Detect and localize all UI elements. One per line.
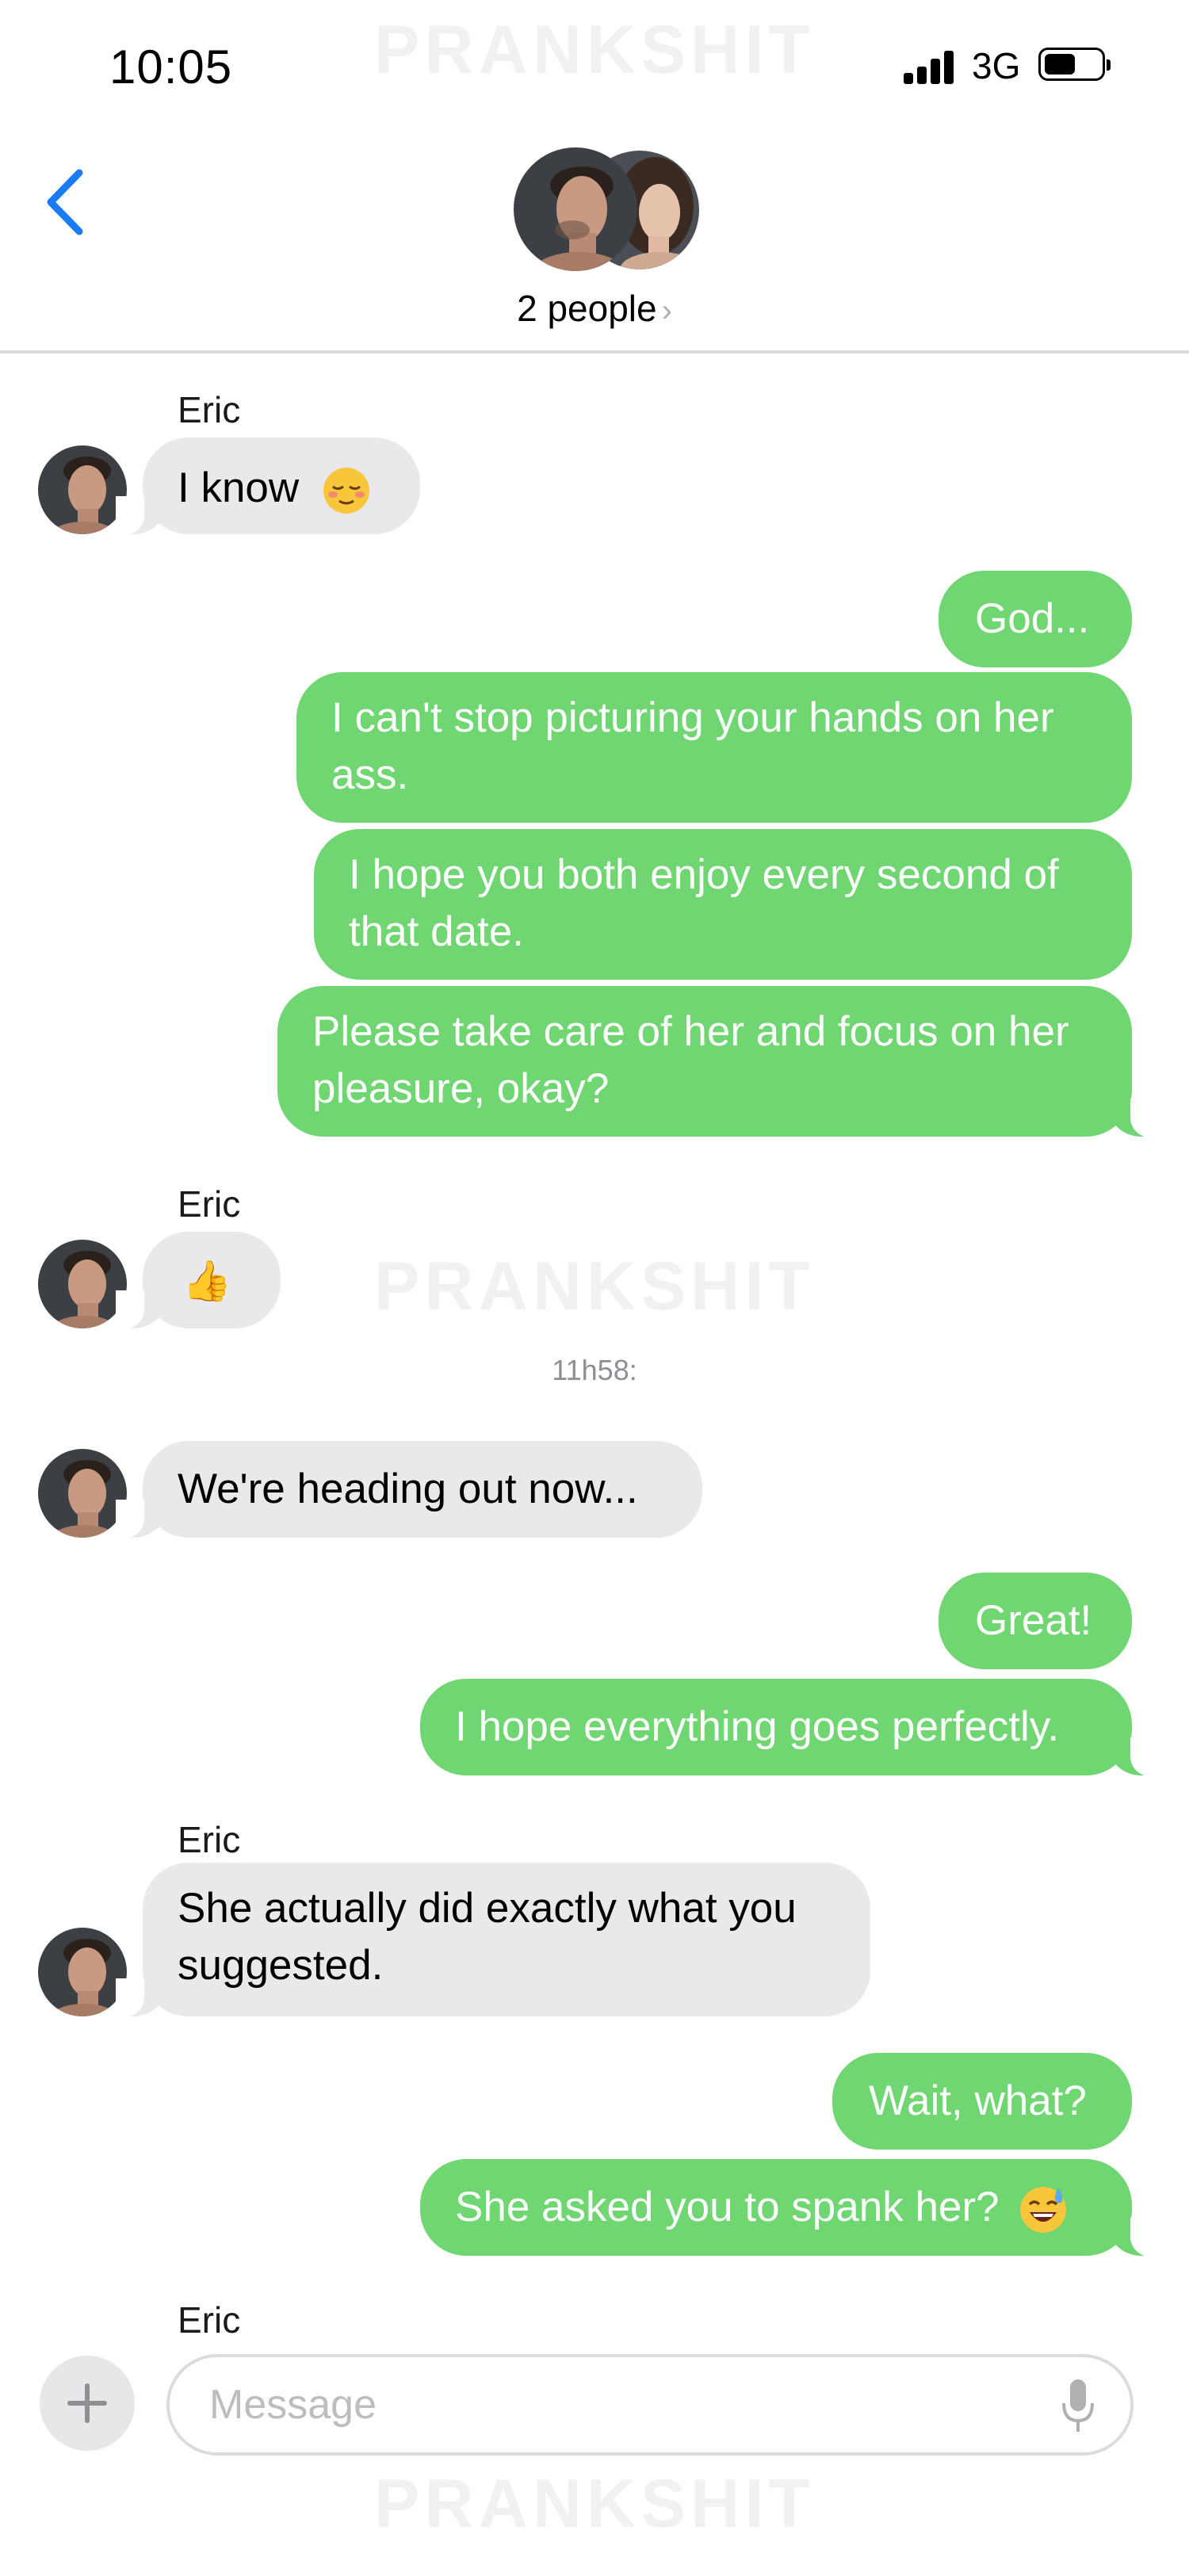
plus-icon bbox=[67, 2383, 107, 2423]
message-text: God... bbox=[975, 595, 1090, 642]
status-time: 10:05 bbox=[109, 40, 233, 94]
watermark: PRANKSHIT bbox=[374, 2466, 815, 2542]
avatar[interactable] bbox=[38, 445, 127, 534]
sweat-smile-emoji-icon bbox=[1019, 2185, 1068, 2234]
conversation-title[interactable]: 2 people › bbox=[0, 287, 1189, 330]
sender-name: Eric bbox=[178, 1183, 241, 1225]
message-text: She actually did exactly what you sugges… bbox=[178, 1885, 797, 1989]
message-text: I hope you both enjoy every second of th… bbox=[349, 851, 1059, 955]
header-divider bbox=[0, 350, 1189, 354]
chevron-right-icon: › bbox=[661, 293, 672, 328]
message-bubble-outgoing[interactable]: Great! bbox=[939, 1573, 1132, 1669]
add-attachment-button[interactable] bbox=[40, 2356, 135, 2451]
relieved-face-emoji-icon bbox=[322, 466, 371, 515]
sender-name: Eric bbox=[178, 389, 241, 430]
avatar[interactable] bbox=[38, 1928, 127, 2016]
group-avatar[interactable] bbox=[514, 147, 699, 274]
message-text: I can't stop picturing your hands on her… bbox=[331, 694, 1054, 798]
avatar-eric bbox=[514, 147, 637, 271]
message-text: Great! bbox=[975, 1597, 1092, 1644]
message-bubble-incoming[interactable]: 👍 bbox=[116, 1232, 281, 1330]
message-bubble-outgoing[interactable]: She asked you to spank her? bbox=[420, 2159, 1159, 2257]
timestamp: 11h58: bbox=[552, 1354, 637, 1386]
sender-name: Eric bbox=[178, 2299, 241, 2341]
network-type: 3G bbox=[972, 45, 1021, 86]
conversation-title-label: 2 people bbox=[517, 288, 657, 329]
message-text: Wait, what? bbox=[869, 2077, 1087, 2124]
message-text: I hope everything goes perfectly. bbox=[455, 1703, 1060, 1750]
message-bubble-outgoing[interactable]: Wait, what? bbox=[832, 2053, 1132, 2150]
message-bubble-outgoing[interactable]: I hope you both enjoy every second of th… bbox=[314, 829, 1132, 980]
signal-icon bbox=[904, 49, 959, 84]
message-input-placeholder: Message bbox=[209, 2382, 377, 2428]
message-input[interactable]: Message bbox=[166, 2354, 1134, 2456]
message-bubble-outgoing[interactable]: God... bbox=[939, 571, 1132, 667]
avatar[interactable] bbox=[38, 1240, 127, 1328]
message-text: She asked you to spank her? bbox=[455, 2184, 1000, 2230]
message-text: I know bbox=[178, 464, 300, 511]
message-bubble-outgoing[interactable]: I can't stop picturing your hands on her… bbox=[296, 672, 1132, 823]
message-text: Please take care of her and focus on her… bbox=[312, 1008, 1069, 1112]
message-bubble-incoming[interactable]: We're heading out now... bbox=[116, 1441, 702, 1539]
back-icon[interactable] bbox=[43, 166, 90, 238]
sender-name: Eric bbox=[178, 1819, 241, 1860]
avatar[interactable] bbox=[38, 1449, 127, 1538]
thumbs-up-emoji: 👍 bbox=[182, 1259, 232, 1303]
message-bubble-incoming[interactable]: I know bbox=[116, 438, 420, 536]
battery-icon bbox=[1038, 48, 1111, 81]
message-bubble-outgoing[interactable]: I hope everything goes perfectly. bbox=[420, 1679, 1159, 1777]
message-bubble-incoming[interactable]: She actually did exactly what you sugges… bbox=[116, 1863, 870, 2018]
message-bubble-outgoing[interactable]: Please take care of her and focus on her… bbox=[277, 986, 1159, 1138]
microphone-icon[interactable] bbox=[1061, 2378, 1095, 2436]
message-text: We're heading out now... bbox=[178, 1466, 638, 1512]
